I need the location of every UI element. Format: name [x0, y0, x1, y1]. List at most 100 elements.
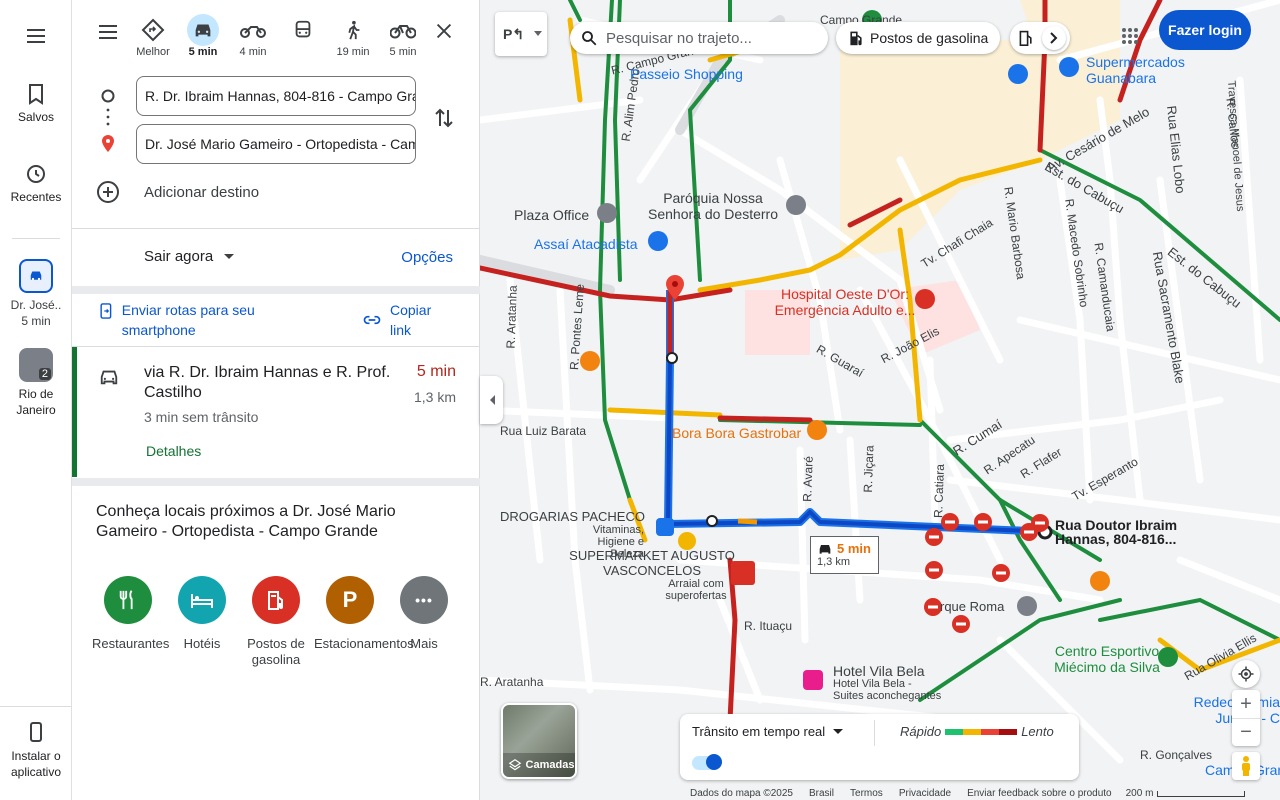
- chevron-right-icon: [1050, 32, 1058, 44]
- mode-car[interactable]: 5 min: [181, 14, 225, 58]
- layers-button[interactable]: Camadas: [501, 703, 577, 779]
- install-app-button[interactable]: Instalar o aplicativo: [0, 720, 72, 780]
- place-supermarket[interactable]: SUPERMARKET AUGUSTO VASCONCELOS: [562, 548, 742, 578]
- place-supermarket-sub: Arraial com superofertas: [665, 578, 727, 602]
- recent-route-time: 5 min: [21, 314, 51, 328]
- nearby-gas-label: Postos de gasolina: [247, 636, 305, 667]
- mode-bike[interactable]: 5 min: [381, 14, 425, 58]
- bike-icon: [387, 14, 419, 46]
- scale-label: 200 m: [1125, 788, 1154, 799]
- route-result-card[interactable]: via R. Dr. Ibraim Hannas e R. Prof. Cast…: [72, 347, 480, 477]
- my-location-button[interactable]: [1232, 660, 1260, 688]
- route-options-button[interactable]: P↰: [495, 12, 547, 56]
- place-bora-bora[interactable]: Bora Bora Gastrobar: [672, 425, 801, 441]
- nearby-more-label: Mais: [410, 636, 438, 651]
- add-destination-button[interactable]: Adicionar destino: [96, 180, 259, 204]
- rail-divider: [12, 238, 60, 239]
- place-passeio-shopping[interactable]: Passeio Shopping: [630, 66, 743, 82]
- gas-stations-chip[interactable]: Postos de gasolina: [836, 22, 1001, 54]
- copy-link-label: Copiar link: [390, 302, 432, 338]
- mode-transit[interactable]: [281, 14, 325, 46]
- place-redeconomia[interactable]: Redeconomia Jumbo - C: [1155, 694, 1280, 726]
- mode-best[interactable]: Melhor: [131, 14, 175, 58]
- close-icon: [436, 23, 452, 39]
- parking-icon: P: [326, 576, 374, 624]
- nearby-hotels-label: Hotéis: [183, 636, 221, 651]
- panel-menu-button[interactable]: [96, 20, 120, 49]
- login-button[interactable]: Fazer login: [1159, 10, 1251, 50]
- recent-place-label: Rio de Janeiro: [16, 387, 56, 417]
- place-plaza-office[interactable]: Plaza Office: [514, 207, 589, 223]
- collapse-panel-button[interactable]: [480, 376, 503, 424]
- mode-walk[interactable]: 19 min: [331, 14, 375, 58]
- recents-button[interactable]: Recentes: [0, 162, 72, 204]
- nearby-hotels[interactable]: Hotéis: [166, 576, 238, 652]
- walk-icon: [337, 14, 369, 46]
- nearby-more[interactable]: ••• Mais: [388, 576, 460, 652]
- search-input[interactable]: Pesquisar no trajeto...: [606, 30, 752, 47]
- parking-route-icon: P↰: [503, 25, 525, 42]
- menu-button[interactable]: [0, 24, 72, 52]
- place-hospital[interactable]: Hospital Oeste D'Or: Emergência Adulto e…: [770, 286, 920, 318]
- eta-callout[interactable]: 5 min 1,3 km: [810, 536, 879, 574]
- send-to-phone-button[interactable]: Enviar rotas para seu smartphone: [98, 300, 288, 340]
- place-centro-esportivo[interactable]: Centro Esportivo Miécimo da Silva: [1042, 643, 1172, 675]
- nearby-restaurants[interactable]: Restaurantes: [92, 576, 169, 652]
- mode-best-label: Melhor: [136, 46, 170, 58]
- car-icon: [100, 370, 118, 385]
- map-canvas[interactable]: R. Alim Pedro R. Campo Grande R. Aratanh…: [480, 0, 1280, 800]
- depart-label: Sair agora: [144, 248, 214, 265]
- terms-link[interactable]: Termos: [850, 788, 883, 799]
- section-separator: [72, 478, 480, 486]
- place-thumb: 2: [19, 348, 53, 382]
- zoom-out-button[interactable]: −: [1232, 718, 1260, 746]
- close-directions-button[interactable]: [433, 20, 455, 47]
- place-supermercados[interactable]: Supermercados Guanabara: [1086, 54, 1216, 86]
- saved-button[interactable]: Salvos: [0, 82, 72, 124]
- details-link[interactable]: Detalhes: [146, 443, 201, 459]
- zoom-in-button[interactable]: +: [1232, 690, 1260, 718]
- place-assai[interactable]: Assaí Atacadista: [534, 236, 638, 252]
- place-hotel-vila-bela[interactable]: Hotel Vila Bela: [833, 663, 925, 679]
- country-link[interactable]: Brasil: [809, 788, 834, 799]
- add-circle-icon: [97, 181, 119, 203]
- street-view-button[interactable]: [1232, 752, 1260, 780]
- legend-divider: [874, 720, 875, 746]
- options-link[interactable]: Opções: [401, 249, 453, 266]
- link-icon: [363, 315, 381, 325]
- apps-button[interactable]: [1114, 20, 1146, 52]
- nearby-parking[interactable]: P Estacionamentos: [314, 576, 414, 652]
- motorcycle-icon: [237, 14, 269, 46]
- destination-input[interactable]: Dr. José Mario Gameiro - Ortopedista - C…: [136, 124, 416, 164]
- place-drogarias[interactable]: DROGARIAS PACHECO: [500, 509, 645, 524]
- place-paroquia[interactable]: Paróquia Nossa Senhora do Desterro: [648, 190, 778, 222]
- privacy-link[interactable]: Privacidade: [899, 788, 951, 799]
- origin-map-label[interactable]: Rua Doutor Ibraim Hannas, 804-816...: [1055, 518, 1185, 546]
- recent-route-item[interactable]: Dr. José.. 5 min: [0, 259, 72, 329]
- depart-now-dropdown[interactable]: Sair agora: [144, 248, 235, 265]
- mode-walk-label: 19 min: [336, 46, 370, 58]
- history-icon: [27, 165, 45, 183]
- chips-scroll-right-button[interactable]: [1042, 26, 1066, 50]
- more-chips[interactable]: [1010, 22, 1070, 54]
- origin-input[interactable]: R. Dr. Ibraim Hannas, 804-816 - Campo Gr…: [136, 76, 416, 116]
- recent-place-item[interactable]: 2 Rio de Janeiro: [0, 348, 72, 418]
- nearby-gas[interactable]: Postos de gasolina: [240, 576, 312, 668]
- traffic-dropdown[interactable]: Trânsito em tempo real: [692, 724, 844, 739]
- place-parque-roma[interactable]: rque Roma: [940, 599, 1004, 614]
- selected-route-indicator: [72, 347, 77, 477]
- feedback-link[interactable]: Enviar feedback sobre o produto: [967, 788, 1112, 799]
- copy-link-button[interactable]: Copiar link: [362, 300, 472, 340]
- route-traffic-note: 3 min sem trânsito: [144, 409, 259, 425]
- mode-motorcycle[interactable]: 4 min: [231, 14, 275, 58]
- traffic-toggle[interactable]: [692, 754, 722, 770]
- swap-button[interactable]: [434, 106, 454, 135]
- scale-bar: [1157, 790, 1246, 797]
- place-hotel-sub: Hotel Vila Bela - Suites aconchegantes: [833, 678, 942, 702]
- traffic-scale: Rápido Lento: [900, 724, 1054, 739]
- street-label: Rua Luiz Barata: [500, 424, 587, 438]
- eta-distance: 1,3 km: [817, 556, 851, 568]
- add-destination-label: Adicionar destino: [144, 183, 260, 201]
- mode-bike-label: 5 min: [389, 46, 417, 58]
- search-along-route[interactable]: Pesquisar no trajeto...: [570, 22, 828, 54]
